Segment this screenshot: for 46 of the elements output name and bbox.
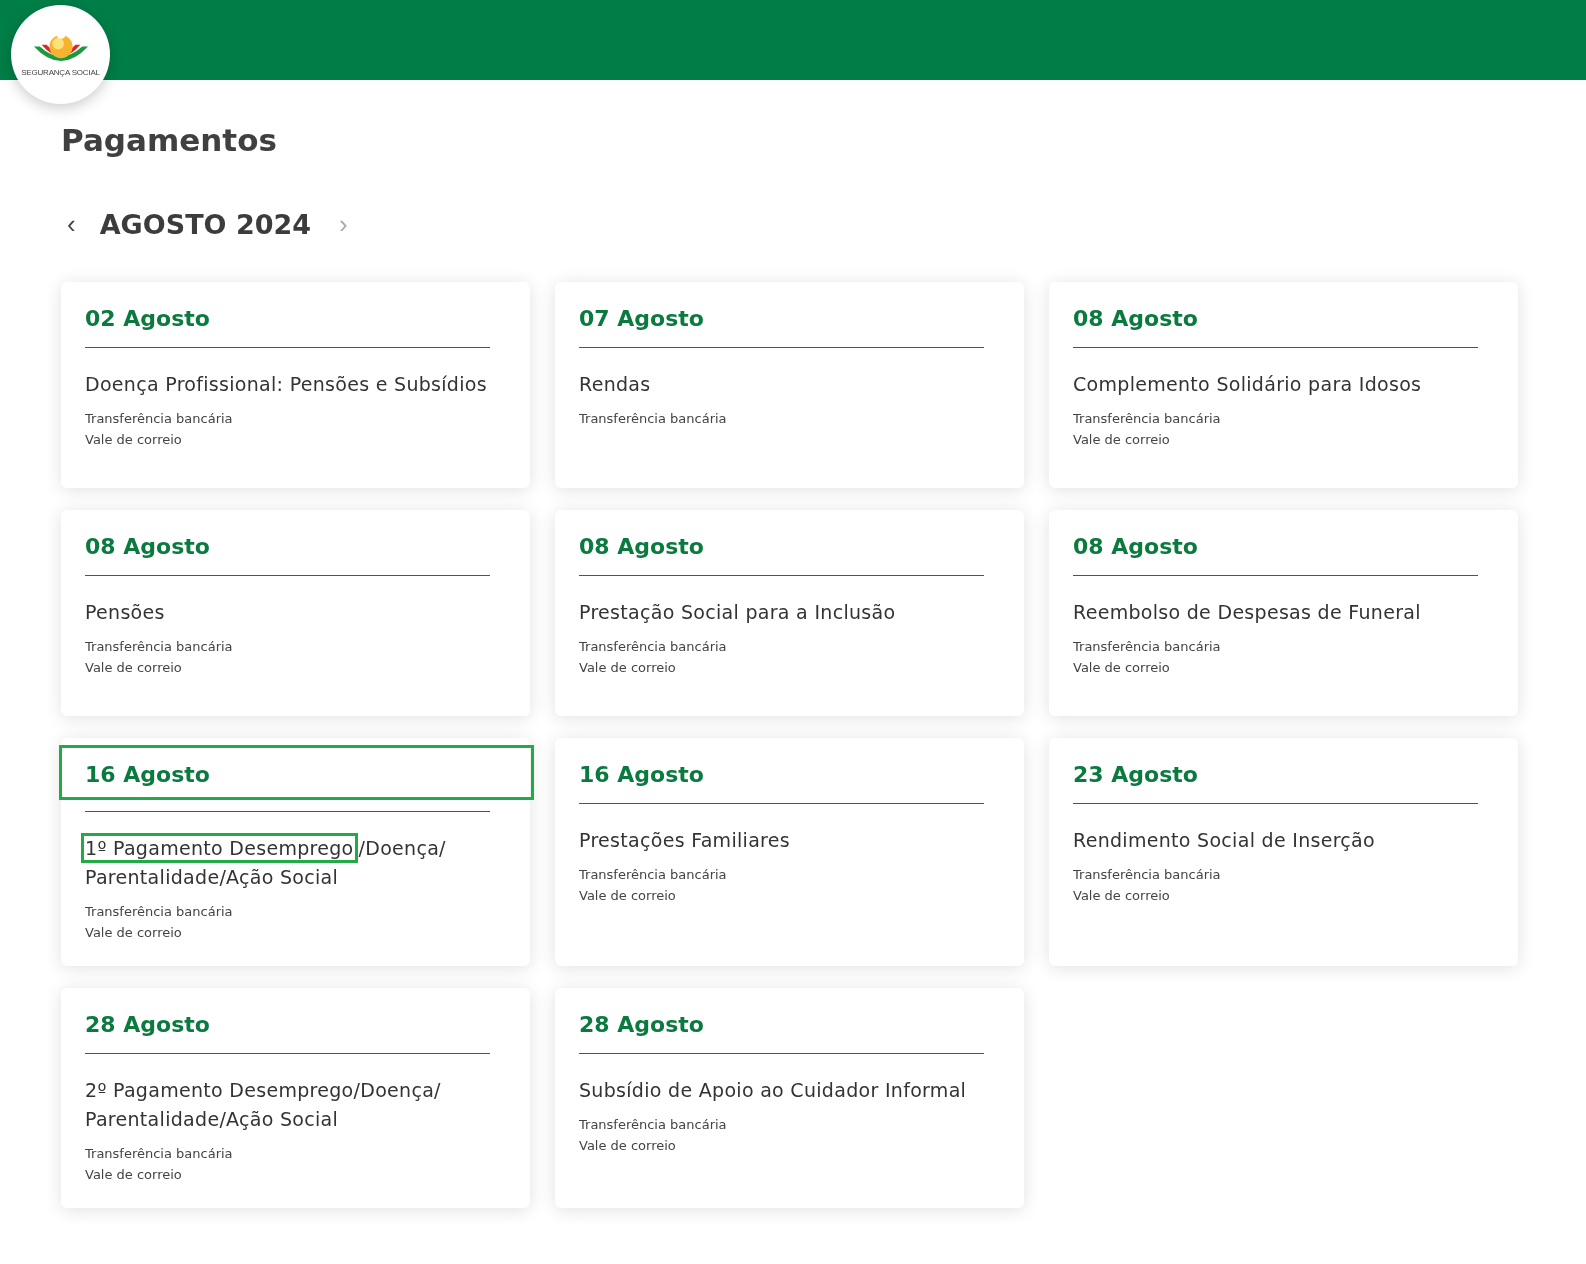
payment-method: Transferência bancária — [85, 411, 234, 426]
payment-title: Prestação Social para a Inclusão — [579, 600, 897, 625]
payment-method: Vale de correio — [85, 660, 183, 675]
payment-date: 08 Agosto — [1073, 306, 1199, 331]
payment-method: Vale de correio — [579, 660, 677, 675]
payment-method: Vale de correio — [1073, 432, 1171, 447]
payment-title: Pensões — [85, 600, 166, 625]
page-title: Pagamentos — [61, 121, 278, 160]
payment-title: Rendimento Social de Inserção — [1073, 828, 1376, 853]
payment-method: Vale de correio — [579, 888, 677, 903]
payment-title: Doença Profissional: Pensões e Subsídios — [85, 372, 488, 397]
payment-date: 28 Agosto — [85, 1012, 211, 1037]
payment-method: Vale de correio — [85, 432, 183, 447]
payment-date: 02 Agosto — [85, 306, 211, 331]
payment-method: Transferência bancária — [579, 639, 728, 654]
payment-title: Reembolso de Despesas de Funeral — [1073, 600, 1422, 625]
payment-method: Transferência bancária — [1073, 867, 1222, 882]
payment-title: Prestações Familiares — [579, 828, 791, 853]
payment-method: Transferência bancária — [579, 867, 728, 882]
payment-title: Rendas — [579, 372, 652, 397]
payment-method: Transferência bancária — [85, 1146, 234, 1161]
payment-method: Transferência bancária — [85, 904, 234, 919]
payment-method: Transferência bancária — [579, 411, 728, 426]
payment-date: 08 Agosto — [579, 534, 705, 559]
payment-method: Transferência bancária — [1073, 411, 1222, 426]
payment-method: Vale de correio — [85, 1167, 183, 1182]
payment-method: Transferência bancária — [85, 639, 234, 654]
payment-method: Transferência bancária — [1073, 639, 1222, 654]
payment-date: 23 Agosto — [1073, 762, 1199, 787]
payment-date: 16 Agosto — [579, 762, 705, 787]
payment-title: 2º Pagamento Desemprego/Doença/ Parentalidade/Ação Social — [85, 1078, 442, 1132]
payment-method: Vale de correio — [579, 1138, 677, 1153]
payment-date: 08 Agosto — [85, 534, 211, 559]
payment-method: Vale de correio — [1073, 660, 1171, 675]
payment-date: 16 Agosto — [85, 762, 211, 787]
logo-text: SEGURANÇA SOCIAL — [21, 67, 100, 77]
payment-date: 07 Agosto — [579, 306, 705, 331]
previous-month-button[interactable]: ‹ — [61, 211, 82, 237]
payment-method: Transferência bancária — [579, 1117, 728, 1132]
payment-date: 08 Agosto — [1073, 534, 1199, 559]
payment-title: Subsídio de Apoio ao Cuidador Informal — [579, 1078, 968, 1103]
payment-title: Complemento Solidário para Idosos — [1073, 372, 1423, 397]
month-label: AGOSTO 2024 — [99, 208, 312, 240]
payment-method: Vale de correio — [85, 925, 183, 940]
payment-method: Vale de correio — [1073, 888, 1171, 903]
payment-date: 28 Agosto — [579, 1012, 705, 1037]
